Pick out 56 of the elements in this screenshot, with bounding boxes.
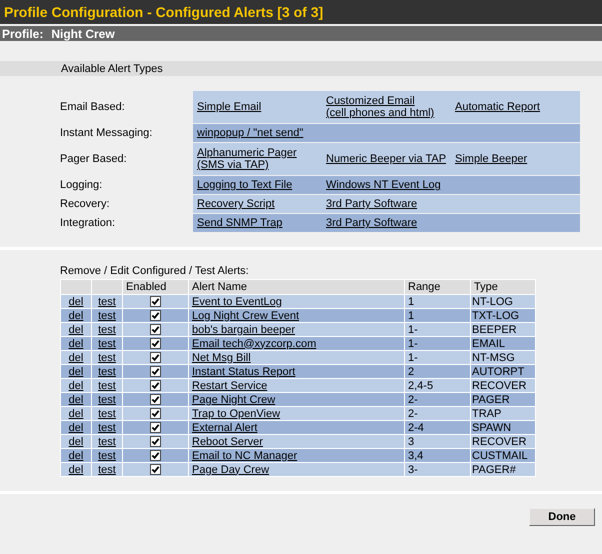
range-cell: 1- [408, 324, 418, 336]
range-cell: 2-4 [408, 422, 424, 434]
enabled-checkbox[interactable] [150, 408, 161, 420]
alert-type-link[interactable]: Simple Email [197, 101, 262, 113]
range-cell: 3,4 [408, 450, 424, 462]
range-cell: 3 [408, 436, 414, 448]
section-title: Available Alert Types [61, 62, 163, 74]
window-title: Profile Configuration - Configured Alerts [3 of 3] [4, 4, 324, 20]
type-cell: TRAP [472, 408, 502, 420]
type-cell: RECOVER [472, 436, 526, 448]
enabled-checkbox[interactable] [150, 352, 161, 364]
enabled-checkbox[interactable] [150, 296, 161, 308]
enabled-checkbox[interactable] [150, 394, 161, 406]
column-header: Type [474, 281, 498, 293]
type-cell: BEEPER [472, 324, 517, 336]
profile-label: Profile: [2, 26, 44, 40]
section-title: Remove / Edit Configured / Test Alerts: [60, 265, 250, 277]
category-label: Email Based: [60, 101, 125, 113]
enabled-checkbox[interactable] [150, 310, 161, 322]
range-cell: 1- [408, 338, 418, 350]
enabled-checkbox[interactable] [150, 366, 161, 378]
enabled-checkbox[interactable] [150, 436, 161, 448]
category-label: Recovery: [60, 198, 110, 210]
column-header: Enabled [126, 281, 166, 293]
type-cell: NT-LOG [472, 296, 513, 308]
range-cell: 1- [408, 352, 418, 364]
range-cell: 2- [408, 408, 418, 420]
enabled-checkbox[interactable] [150, 450, 161, 462]
type-cell: PAGER# [472, 464, 516, 476]
range-cell: 2- [408, 394, 418, 406]
category-label: Pager Based: [60, 153, 127, 165]
type-cell: RECOVER [472, 380, 526, 392]
category-label: Logging: [60, 179, 102, 191]
type-cell: EMAIL [472, 338, 506, 350]
enabled-checkbox[interactable] [150, 380, 161, 392]
range-cell: 2,4-5 [408, 380, 434, 392]
type-cell: PAGER [472, 394, 510, 406]
enabled-checkbox[interactable] [150, 324, 161, 336]
type-cell: NT-MSG [472, 352, 515, 364]
range-cell: 1 [408, 296, 414, 308]
profile-name: Night Crew [51, 26, 115, 40]
enabled-checkbox[interactable] [150, 338, 161, 350]
type-cell: CUSTMAIL [472, 450, 528, 462]
range-cell: 2 [408, 366, 414, 378]
range-cell: 3- [408, 464, 418, 476]
column-header: Range [408, 281, 440, 293]
enabled-checkbox[interactable] [150, 422, 161, 434]
category-label: Instant Messaging: [60, 127, 152, 139]
range-cell: 1 [408, 310, 414, 322]
type-cell: TXT-LOG [472, 310, 520, 322]
column-header: Alert Name [192, 281, 248, 293]
type-cell: AUTORPT [472, 366, 524, 378]
category-label: Integration: [60, 217, 116, 229]
done-button[interactable]: Done [529, 508, 595, 526]
type-cell: SPAWN [472, 422, 512, 434]
enabled-checkbox[interactable] [150, 464, 161, 476]
